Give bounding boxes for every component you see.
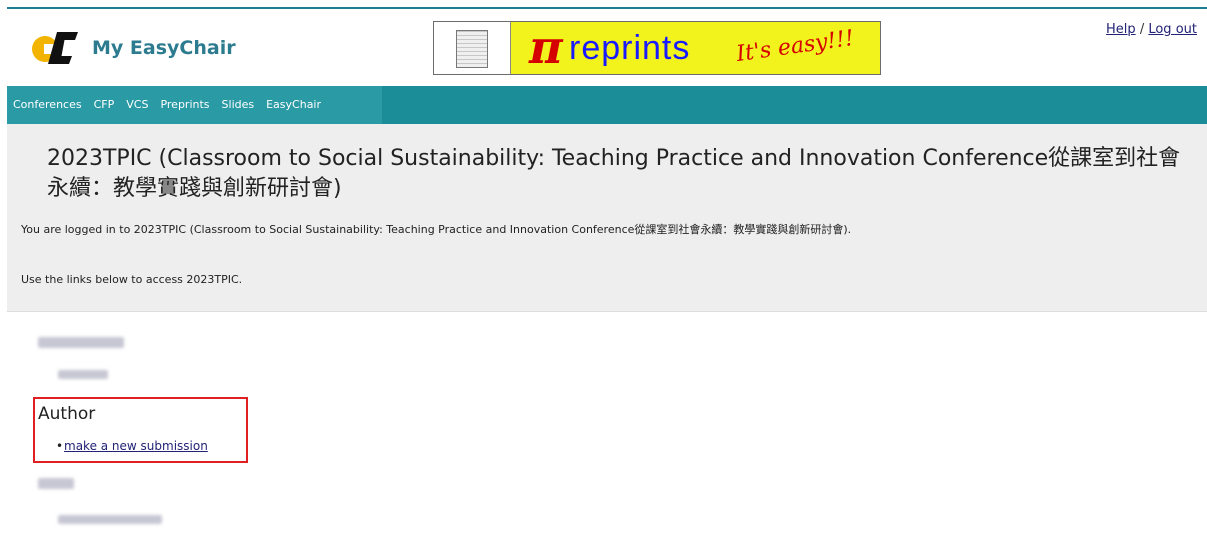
redacted-role-heading-2 <box>38 478 74 489</box>
document-icon <box>434 22 511 74</box>
conference-header: 2023TPIC (Classroom to Social Sustainabi… <box>7 124 1207 312</box>
nav-preprints[interactable]: Preprints <box>154 86 215 124</box>
banner-pi: π <box>529 20 563 74</box>
logo-text: My EasyChair <box>92 37 236 59</box>
logged-in-message: You are logged in to 2023TPIC (Classroom… <box>21 223 852 236</box>
nav-slides[interactable]: Slides <box>216 86 261 124</box>
redacted-role-link-2 <box>58 515 162 524</box>
redacted-role-heading <box>38 337 124 348</box>
logout-link[interactable]: Log out <box>1148 22 1197 37</box>
easychair-logo-icon <box>32 32 84 64</box>
use-links-message: Use the links below to access 2023TPIC. <box>21 273 243 286</box>
easychair-logo[interactable]: My EasyChair <box>32 32 236 64</box>
banner-word: reprints <box>569 29 691 67</box>
nav-cfp[interactable]: CFP <box>88 86 121 124</box>
preprints-banner[interactable]: π reprints It's easy!!! <box>433 20 881 75</box>
top-links: Help / Log out <box>1106 22 1197 37</box>
help-link[interactable]: Help <box>1106 22 1136 37</box>
author-highlight-box <box>33 397 248 463</box>
link-separator: / <box>1139 22 1145 37</box>
banner-tagline: It's easy!!! <box>734 25 856 68</box>
redacted-role-link <box>58 370 108 379</box>
nav-vcs[interactable]: VCS <box>120 86 154 124</box>
nav-easychair[interactable]: EasyChair <box>260 86 327 124</box>
top-rule <box>7 7 1207 9</box>
main-nav: Conferences CFP VCS Preprints Slides Eas… <box>7 86 1207 124</box>
conference-title: 2023TPIC (Classroom to Social Sustainabi… <box>47 146 1181 201</box>
nav-conferences[interactable]: Conferences <box>7 86 88 124</box>
